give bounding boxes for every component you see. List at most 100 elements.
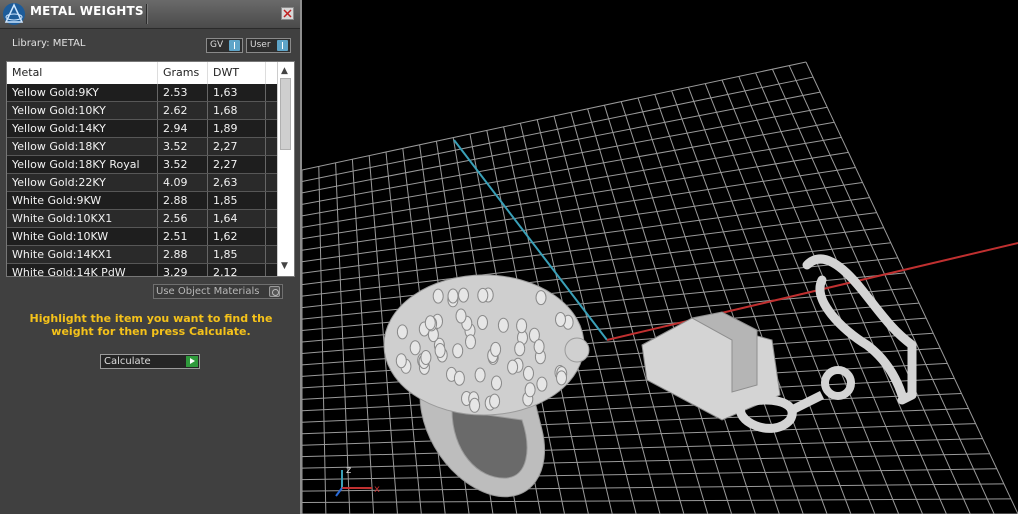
grams-cell: 2.62 [158,102,208,119]
table-header: Metal Grams DWT [7,62,278,85]
metal-cell: White Gold:14K PdW [7,264,158,276]
scroll-down-icon[interactable]: ▼ [281,261,288,271]
dwt-cell: 2,12 [208,264,266,276]
spike [536,376,548,392]
title-divider [146,4,148,24]
x-axis-label: x [374,484,380,495]
column-header-dwt[interactable]: DWT [208,62,266,84]
table-row[interactable]: Yellow Gold:18KY Royal 3.52 2,27 [7,156,278,174]
spike [420,350,432,365]
grams-cell: 2.88 [158,246,208,263]
grams-cell: 3.29 [158,264,208,276]
spike [516,318,528,334]
spike [424,315,436,331]
spike [453,370,465,386]
close-button[interactable] [281,7,294,20]
dwt-cell: 2,27 [208,138,266,155]
spike [489,393,501,409]
use-object-materials-label: Use Object Materials [156,286,260,297]
metal-cell: White Gold:14KX1 [7,246,158,263]
grams-cell: 3.52 [158,138,208,155]
viewport-canvas: z x [302,61,1018,514]
instruction-text: Highlight the item you want to find the … [29,312,273,338]
spike [535,290,547,306]
metal-cell: Yellow Gold:18KY [7,138,158,155]
spike [469,397,481,413]
spike [507,359,519,375]
gv-toggle[interactable]: GV [206,38,243,53]
dwt-cell: 1,85 [208,246,266,263]
table-scrollbar[interactable]: ▲ ▼ [277,62,294,276]
table-row[interactable]: White Gold:9KW 2.88 1,85 [7,192,278,210]
gv-toggle-knob-icon [229,40,240,51]
grams-cell: 3.52 [158,156,208,173]
table-row[interactable]: White Gold:10KX1 2.56 1,64 [7,210,278,228]
spike [447,288,459,304]
metal-cell: White Gold:10KX1 [7,210,158,227]
scroll-up-icon[interactable]: ▲ [281,66,288,76]
dwt-cell: 2,63 [208,174,266,191]
metal-cell: Yellow Gold:10KY [7,102,158,119]
spike [556,370,567,386]
spike [465,334,476,350]
close-icon [283,9,292,18]
spike [474,367,486,383]
column-header-metal[interactable]: Metal [7,62,158,84]
spike [458,287,469,303]
grams-cell: 2.51 [158,228,208,245]
table-row[interactable]: White Gold:14KX1 2.88 1,85 [7,246,278,264]
dwt-cell: 1,64 [208,210,266,227]
spike [434,343,446,358]
table-body: Yellow Gold:9KY 2.53 1,63 Yellow Gold:10KY… [7,84,278,276]
calculate-label: Calculate [104,356,151,367]
metal-cell: Yellow Gold:22KY [7,174,158,191]
calculate-button[interactable]: Calculate [100,354,200,369]
spike [395,353,407,369]
dwt-cell: 1,85 [208,192,266,209]
metal-cell: Yellow Gold:14KY [7,120,158,137]
gv-toggle-label: GV [210,40,224,50]
spike [514,341,526,357]
metal-cell: White Gold:9KW [7,192,158,209]
user-toggle[interactable]: User [246,38,291,53]
library-label: Library: METAL [12,38,86,49]
dwt-cell: 1,68 [208,102,266,119]
grams-cell: 2.56 [158,210,208,227]
dwt-cell: 1,62 [208,228,266,245]
spike [533,339,545,355]
spike [396,324,408,340]
grams-cell: 2.88 [158,192,208,209]
metal-weights-panel: METAL WEIGHTS Library: METAL GV User Met… [0,0,302,514]
table-row[interactable]: Yellow Gold:18KY 3.52 2,27 [7,138,278,156]
spike [477,287,489,303]
metal-cell: White Gold:10KW [7,228,158,245]
spike [555,312,566,327]
grams-cell: 4.09 [158,174,208,191]
spike [409,340,421,356]
table-row[interactable]: White Gold:14K PdW 3.29 2,12 [7,264,278,276]
spike [491,375,502,391]
metal-table[interactable]: Metal Grams DWT Yellow Gold:9KY 2.53 1,63 … [6,61,295,277]
use-object-materials-toggle[interactable]: Use Object Materials [153,284,283,299]
spike [432,288,444,304]
table-row[interactable]: Yellow Gold:14KY 2.94 1,89 [7,120,278,138]
user-toggle-label: User [250,40,271,50]
dwt-cell: 1,63 [208,84,266,101]
column-header-grams[interactable]: Grams [158,62,208,84]
floor-grid [302,61,1018,514]
spike [524,382,536,398]
dwt-cell: 1,89 [208,120,266,137]
table-row[interactable]: Yellow Gold:9KY 2.53 1,63 [7,84,278,102]
spike [477,315,488,330]
3d-viewport[interactable]: z x [302,0,1018,514]
scroll-thumb[interactable] [280,78,291,150]
spike [455,308,467,324]
panel-titlebar[interactable]: METAL WEIGHTS [0,0,300,29]
user-toggle-knob-icon [277,40,288,51]
metal-cell: Yellow Gold:9KY [7,84,158,101]
table-row[interactable]: Yellow Gold:22KY 4.09 2,63 [7,174,278,192]
ring-model [383,274,590,498]
metal-cell: Yellow Gold:18KY Royal [7,156,158,173]
table-row[interactable]: Yellow Gold:10KY 2.62 1,68 [7,102,278,120]
table-row[interactable]: White Gold:10KW 2.51 1,62 [7,228,278,246]
